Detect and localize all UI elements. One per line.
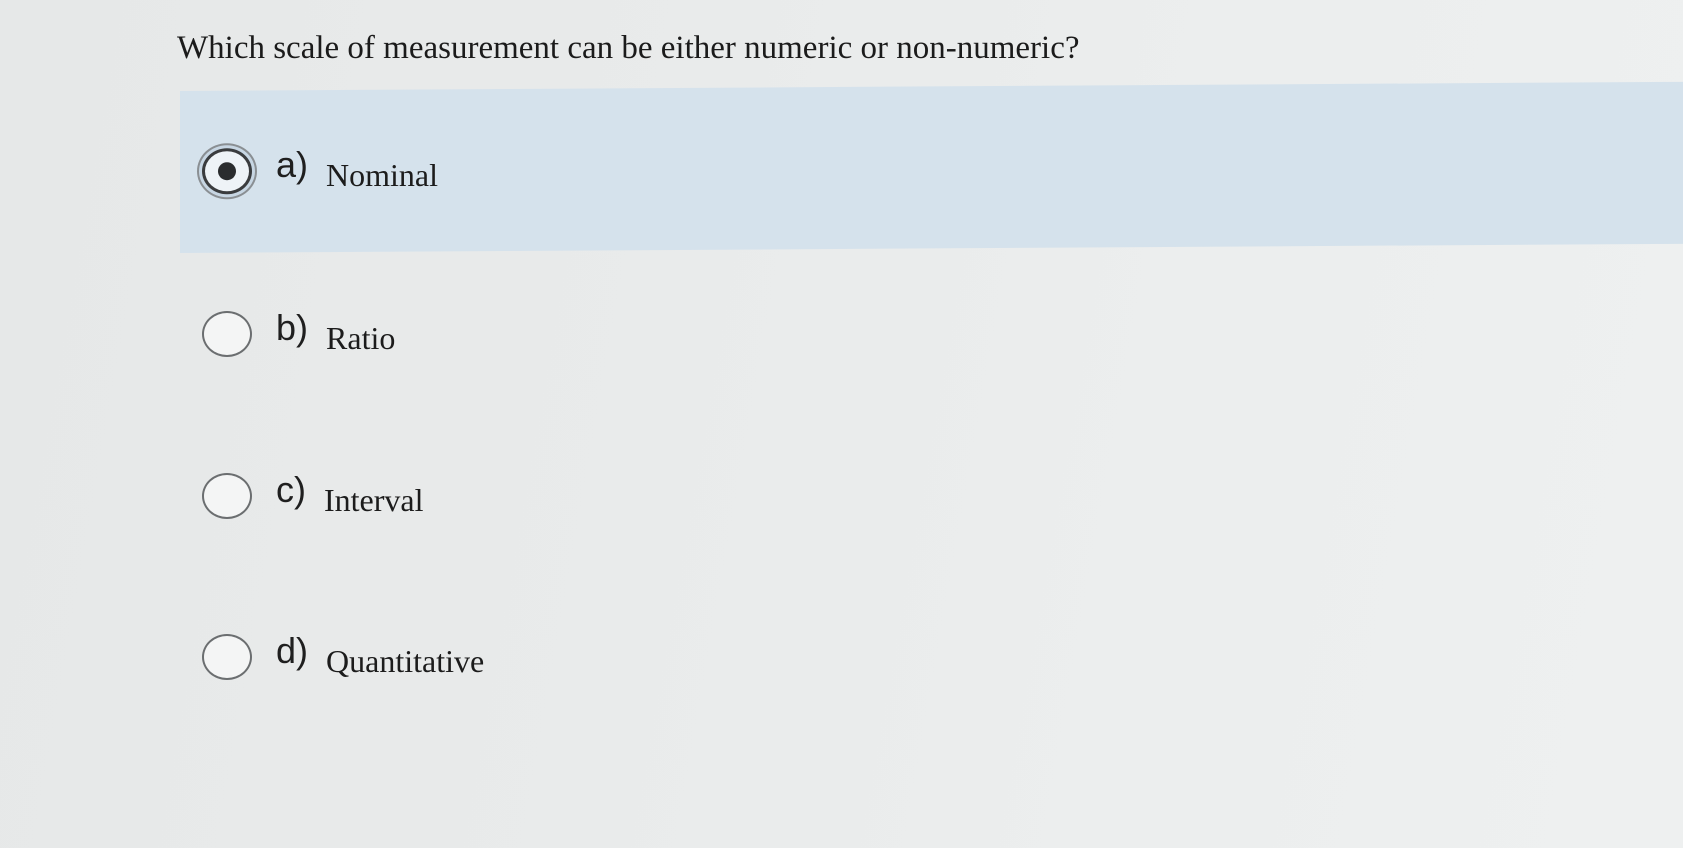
option-c[interactable]: c) Interval: [180, 415, 1683, 577]
radio-selected-dot-icon: [218, 162, 236, 181]
radio-button-d[interactable]: [202, 634, 252, 680]
radio-button-b[interactable]: [202, 311, 252, 357]
option-label: Nominal: [326, 156, 438, 193]
option-a[interactable]: a) Nominal: [180, 81, 1683, 254]
answer-options: a) Nominal b) Ratio c) Interval d) Quant…: [0, 0, 1683, 848]
option-label: Ratio: [326, 319, 396, 356]
option-label: Interval: [324, 481, 424, 518]
option-label: Quantitative: [326, 642, 485, 679]
option-letter: b): [276, 307, 309, 348]
option-b[interactable]: b) Ratio: [180, 253, 1683, 415]
radio-button-a[interactable]: [202, 148, 252, 195]
option-letter: c): [276, 469, 306, 510]
radio-button-c[interactable]: [202, 473, 252, 519]
option-letter: a): [276, 144, 309, 186]
option-letter: d): [276, 630, 309, 671]
option-d[interactable]: d) Quantitative: [180, 576, 1683, 738]
